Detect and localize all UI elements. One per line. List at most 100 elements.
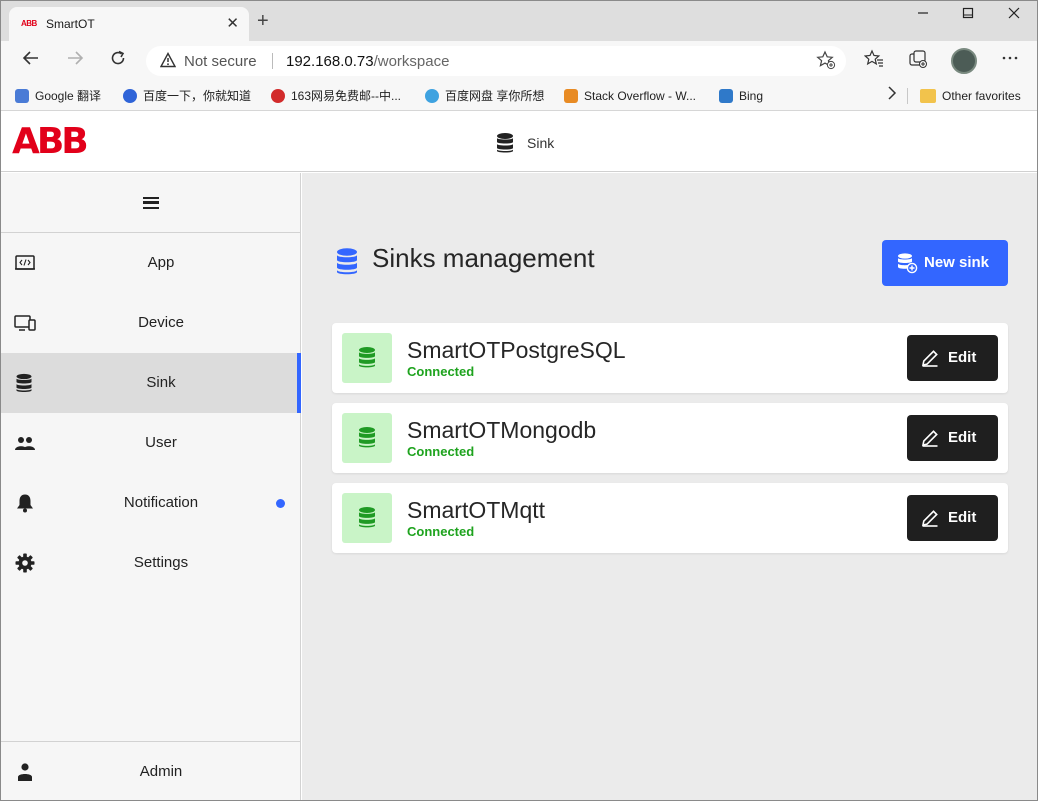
edit-sink-button[interactable]: Edit xyxy=(907,335,998,381)
new-tab-button[interactable]: + xyxy=(257,11,269,31)
arrow-right-icon xyxy=(68,51,84,65)
google-translate-icon xyxy=(15,89,29,103)
edit-label: Edit xyxy=(948,509,977,526)
bookmark-label: Google 翻译 xyxy=(35,89,102,103)
edit-sink-button[interactable]: Edit xyxy=(907,495,998,541)
close-window-button[interactable] xyxy=(991,3,1037,29)
add-database-icon xyxy=(898,253,918,274)
back-button[interactable] xyxy=(17,49,45,73)
sink-status: Connected xyxy=(407,444,475,459)
bookmark-label: 百度一下，你就知道 xyxy=(143,89,252,103)
url-host: 192.168.0.73 xyxy=(286,53,374,70)
bookmarks-overflow-chevron-icon[interactable] xyxy=(887,86,897,106)
pencil-icon xyxy=(921,350,938,367)
sidebar-item-label: Notification xyxy=(123,494,199,511)
more-dots-icon xyxy=(1002,56,1018,60)
maximize-button[interactable] xyxy=(945,3,991,29)
bookmark-other-favorites[interactable]: Other favorites xyxy=(920,86,1021,106)
sink-card: SmartOTPostgreSQL Connected Edit xyxy=(332,323,1008,393)
browser-toolbar: Not secure 192.168.0.73/workspace xyxy=(1,41,1037,81)
notification-badge-dot xyxy=(276,499,285,508)
pencil-icon xyxy=(921,510,938,527)
add-favorite-icon[interactable] xyxy=(816,50,836,75)
new-sink-button[interactable]: New sink xyxy=(882,240,1008,286)
forward-button[interactable] xyxy=(61,49,89,73)
sink-status: Connected xyxy=(407,524,475,539)
main-content: Sinks management New sink SmartOTPostgre… xyxy=(302,173,1037,800)
stack-overflow-icon xyxy=(564,89,578,103)
minimize-icon xyxy=(918,12,928,14)
bookmarks-bar: Google 翻译 百度一下，你就知道 163网易免费邮--中... 百度网盘 … xyxy=(1,81,1037,111)
bookmark-stack-overflow[interactable]: Stack Overflow - W... xyxy=(564,86,696,106)
pencil-icon xyxy=(921,430,938,447)
sink-icon-tile xyxy=(342,493,392,543)
sidebar: App Device Sink User Notification Settin… xyxy=(1,173,301,800)
browser-tab[interactable]: ABB SmartOT ✕ xyxy=(9,7,249,41)
menu-toggle-button[interactable] xyxy=(1,173,300,233)
address-divider xyxy=(272,53,273,69)
collections-button[interactable] xyxy=(904,49,932,73)
bookmark-163-mail[interactable]: 163网易免费邮--中... xyxy=(271,86,401,106)
mail-163-icon xyxy=(271,89,285,103)
database-icon xyxy=(359,427,375,448)
bookmarks-divider xyxy=(907,88,908,104)
admin-label: Admin xyxy=(139,763,183,780)
hamburger-icon xyxy=(143,197,159,209)
sidebar-item-label: Device xyxy=(138,314,184,331)
refresh-button[interactable] xyxy=(104,49,132,73)
warning-icon[interactable] xyxy=(159,52,177,71)
address-bar[interactable]: Not secure 192.168.0.73/workspace xyxy=(146,46,846,76)
bookmark-label: 百度网盘 享你所想 xyxy=(445,89,545,103)
bookmark-baidu[interactable]: 百度一下，你就知道 xyxy=(123,86,251,106)
sidebar-item-label: User xyxy=(145,434,177,451)
new-sink-label: New sink xyxy=(924,254,990,271)
tab-title: SmartOT xyxy=(46,17,95,31)
close-icon xyxy=(1008,7,1020,19)
browser-tab-strip: ABB SmartOT ✕ + xyxy=(1,1,1037,41)
bookmark-label: Bing xyxy=(739,89,764,103)
bookmark-label: Stack Overflow - W... xyxy=(584,89,697,103)
sink-icon-tile xyxy=(342,333,392,383)
sidebar-item-label: App xyxy=(147,254,175,271)
bookmark-google-translate[interactable]: Google 翻译 xyxy=(15,86,101,106)
sidebar-item-notification[interactable]: Notification xyxy=(1,473,300,533)
maximize-icon xyxy=(962,7,974,19)
database-icon xyxy=(497,133,513,153)
tab-favicon: ABB xyxy=(21,19,37,28)
more-menu-button[interactable] xyxy=(996,49,1024,73)
sink-name: SmartOTPostgreSQL xyxy=(407,337,626,363)
edit-sink-button[interactable]: Edit xyxy=(907,415,998,461)
sink-name: SmartOTMqtt xyxy=(407,497,546,523)
arrow-left-icon xyxy=(22,51,38,65)
favorites-icon xyxy=(863,49,883,67)
sidebar-item-sink[interactable]: Sink xyxy=(1,353,301,413)
bookmark-bing[interactable]: Bing xyxy=(719,86,763,106)
sink-card: SmartOTMongodb Connected Edit xyxy=(332,403,1008,473)
sidebar-item-label: Settings xyxy=(133,554,189,571)
sidebar-item-settings[interactable]: Settings xyxy=(1,533,300,593)
database-icon xyxy=(359,507,375,528)
refresh-icon xyxy=(111,50,125,65)
favorites-button[interactable] xyxy=(860,49,888,73)
security-status[interactable]: Not secure xyxy=(184,53,257,70)
folder-icon xyxy=(920,89,936,103)
sidebar-item-app[interactable]: App xyxy=(1,233,300,293)
database-icon xyxy=(337,248,357,275)
sidebar-item-device[interactable]: Device xyxy=(1,293,300,353)
address-url[interactable]: 192.168.0.73/workspace xyxy=(286,53,449,70)
sidebar-item-user[interactable]: User xyxy=(1,413,300,473)
browser-window: ABB SmartOT ✕ + Not secure 192.168.0.73/… xyxy=(0,0,1038,801)
header-title-text: Sink xyxy=(527,135,555,151)
baidu-paw-icon xyxy=(123,89,137,103)
profile-avatar[interactable] xyxy=(951,48,977,74)
bing-icon xyxy=(719,89,733,103)
bookmark-label: Other favorites xyxy=(942,89,1021,103)
sink-name: SmartOTMongodb xyxy=(407,417,597,443)
sidebar-item-admin[interactable]: Admin xyxy=(1,741,300,800)
app-header: ABB Sink xyxy=(1,112,1037,172)
bookmark-baidu-pan[interactable]: 百度网盘 享你所想 xyxy=(425,86,544,106)
minimize-button-alt[interactable] xyxy=(900,3,946,29)
close-tab-icon[interactable]: ✕ xyxy=(226,14,239,32)
edit-label: Edit xyxy=(948,429,977,446)
abb-logo: ABB xyxy=(12,121,89,162)
